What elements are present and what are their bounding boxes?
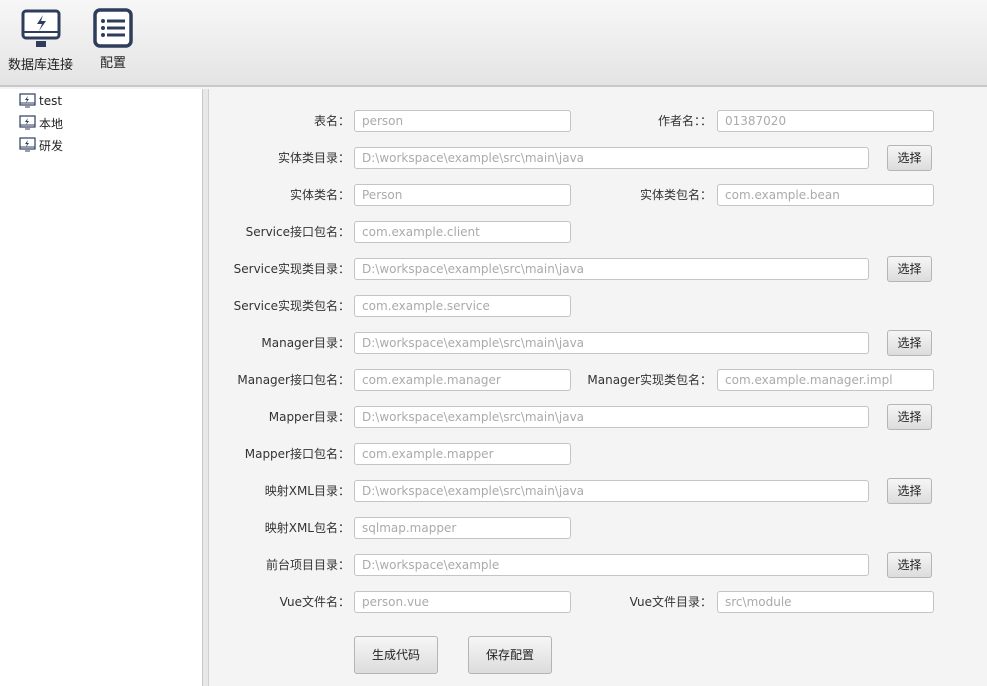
- connection-tree: test 本地研发: [0, 89, 202, 686]
- field-label: 作者名：：: [657, 114, 712, 128]
- field-label: 映射XML包名：: [264, 521, 350, 535]
- field-input[interactable]: src\module: [717, 591, 934, 613]
- split-divider[interactable]: [202, 89, 209, 686]
- list-icon: [93, 8, 133, 48]
- field-label: 表名：: [313, 114, 350, 128]
- connection-icon: [19, 137, 36, 153]
- field-input[interactable]: D:\workspace\example\src\main\java: [354, 480, 869, 502]
- choose-button[interactable]: 选择: [887, 256, 932, 282]
- field-input[interactable]: person.vue: [354, 591, 571, 613]
- field-label: Mapper接口包名：: [244, 447, 350, 461]
- tree-item-label: test: [39, 94, 63, 108]
- field-label: Manager接口包名：: [237, 373, 350, 387]
- field-label: Manager实现类包名：: [587, 373, 712, 387]
- db-connect-button[interactable]: 数据库连接: [8, 8, 73, 73]
- field-label: Service接口包名：: [245, 225, 350, 239]
- field-label: Manager目录：: [261, 336, 350, 350]
- field-label: Vue文件名：: [279, 595, 350, 609]
- tree-item[interactable]: 本地: [19, 113, 63, 133]
- choose-button[interactable]: 选择: [887, 330, 932, 356]
- db-connect-label: 数据库连接: [8, 58, 74, 73]
- choose-button[interactable]: 选择: [887, 478, 932, 504]
- tree-item-label: 本地: [39, 116, 64, 131]
- tree-item-label: 研发: [39, 138, 64, 153]
- connection-icon: [19, 115, 36, 131]
- field-label: Vue文件目录：: [629, 595, 712, 609]
- field-input[interactable]: com.example.manager.impl: [717, 369, 934, 391]
- toolbar: 数据库连接 配置: [0, 0, 987, 87]
- field-label: Service实现类包名：: [233, 299, 350, 313]
- field-input[interactable]: com.example.mapper: [354, 443, 571, 465]
- field-label: 实体类目录：: [277, 151, 350, 165]
- monitor-lightning-icon: [21, 9, 60, 47]
- generate-code-button[interactable]: 生成代码: [354, 636, 438, 674]
- choose-button[interactable]: 选择: [887, 404, 932, 430]
- choose-button[interactable]: 选择: [887, 145, 932, 171]
- field-input[interactable]: com.example.manager: [354, 369, 571, 391]
- tree-item[interactable]: 研发: [19, 135, 63, 155]
- save-config-button[interactable]: 保存配置: [468, 636, 552, 674]
- field-input[interactable]: D:\workspace\example: [354, 554, 869, 576]
- config-button[interactable]: 配置: [93, 8, 133, 71]
- field-input[interactable]: com.example.bean: [717, 184, 934, 206]
- tree-item[interactable]: test: [19, 91, 62, 111]
- config-label: 配置: [99, 56, 126, 71]
- field-input[interactable]: D:\workspace\example\src\main\java: [354, 258, 869, 280]
- field-label: 前台项目目录：: [265, 558, 350, 572]
- field-input[interactable]: D:\workspace\example\src\main\java: [354, 406, 869, 428]
- field-input[interactable]: com.example.client: [354, 221, 571, 243]
- field-label: 映射XML目录：: [264, 484, 350, 498]
- field-input[interactable]: Person: [354, 184, 571, 206]
- field-label: Mapper目录：: [268, 410, 350, 424]
- field-input[interactable]: sqlmap.mapper: [354, 517, 571, 539]
- field-input[interactable]: D:\workspace\example\src\main\java: [354, 147, 869, 169]
- field-label: 实体类包名：: [639, 188, 712, 202]
- choose-button[interactable]: 选择: [887, 552, 932, 578]
- connection-icon: [19, 93, 36, 109]
- field-input[interactable]: person: [354, 110, 571, 132]
- field-label: Service实现类目录：: [233, 262, 350, 276]
- field-input[interactable]: com.example.service: [354, 295, 571, 317]
- field-input[interactable]: D:\workspace\example\src\main\java: [354, 332, 869, 354]
- field-label: 实体类名：: [289, 188, 350, 202]
- field-input[interactable]: 01387020: [717, 110, 934, 132]
